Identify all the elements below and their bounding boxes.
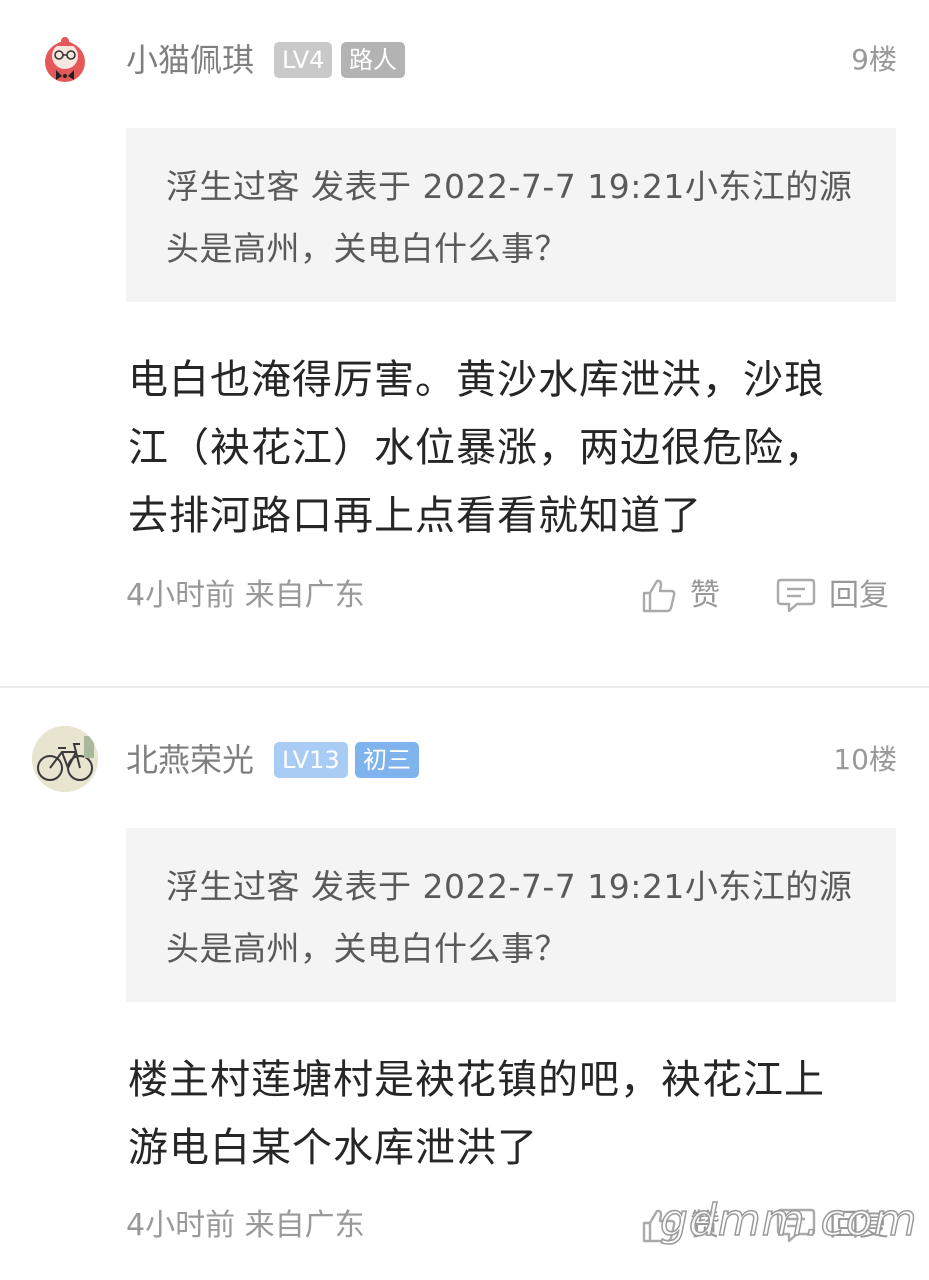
bicycle-icon — [32, 726, 98, 792]
post-time: 4小时前 — [126, 578, 236, 613]
like-button[interactable]: 赞 — [640, 576, 720, 616]
post-location: 来自广东 — [244, 1208, 365, 1243]
thumbs-up-icon — [642, 579, 676, 613]
reply-button[interactable]: 回复 — [775, 1206, 889, 1246]
post-content: 楼主村莲塘村是袂花镇的吧，袂花江上游电白某个水库泄洪了 — [128, 1057, 825, 1171]
quote-text: 浮生过客 发表于 2022-7-7 19:21小东江的源头是高州，关电白什么事？ — [166, 167, 853, 268]
post-divider — [0, 686, 929, 688]
floor-number: 10楼 — [833, 743, 897, 776]
level-badge: LV13 — [274, 742, 348, 778]
quote-text: 浮生过客 发表于 2022-7-7 19:21小东江的源头是高州，关电白什么事？ — [166, 867, 853, 968]
post-meta: 4小时前 来自广东 — [126, 1206, 365, 1246]
thumbs-up-icon — [642, 1209, 676, 1243]
post-meta: 4小时前 来自广东 — [126, 576, 365, 616]
reply-label: 回复 — [829, 1208, 889, 1243]
title-badge: 初三 — [355, 742, 419, 778]
quote-block[interactable]: 浮生过客 发表于 2022-7-7 19:21小东江的源头是高州，关电白什么事？ — [126, 128, 896, 302]
username[interactable]: 小猫佩琪 — [126, 40, 254, 80]
post-location: 来自广东 — [244, 578, 365, 613]
comment-icon — [776, 578, 816, 613]
comment-icon — [776, 1208, 816, 1243]
quote-block[interactable]: 浮生过客 发表于 2022-7-7 19:21小东江的源头是高州，关电白什么事？ — [126, 828, 896, 1002]
avatar[interactable] — [32, 726, 98, 792]
post-time: 4小时前 — [126, 1208, 236, 1243]
like-button[interactable]: 赞 — [640, 1206, 720, 1246]
cartoon-character-icon — [45, 37, 85, 82]
like-label: 赞 — [690, 1208, 720, 1243]
username[interactable]: 北燕荣光 — [126, 740, 254, 780]
like-label: 赞 — [690, 578, 720, 613]
post-content: 电白也淹得厉害。黄沙水库泄洪，沙琅江（袂花江）水位暴涨，两边很危险，去排河路口再… — [128, 357, 825, 539]
avatar[interactable] — [32, 26, 98, 92]
floor-number: 9楼 — [851, 43, 897, 76]
level-badge: LV4 — [274, 42, 333, 78]
reply-button[interactable]: 回复 — [775, 576, 889, 616]
reply-label: 回复 — [829, 578, 889, 613]
title-badge: 路人 — [341, 42, 405, 78]
